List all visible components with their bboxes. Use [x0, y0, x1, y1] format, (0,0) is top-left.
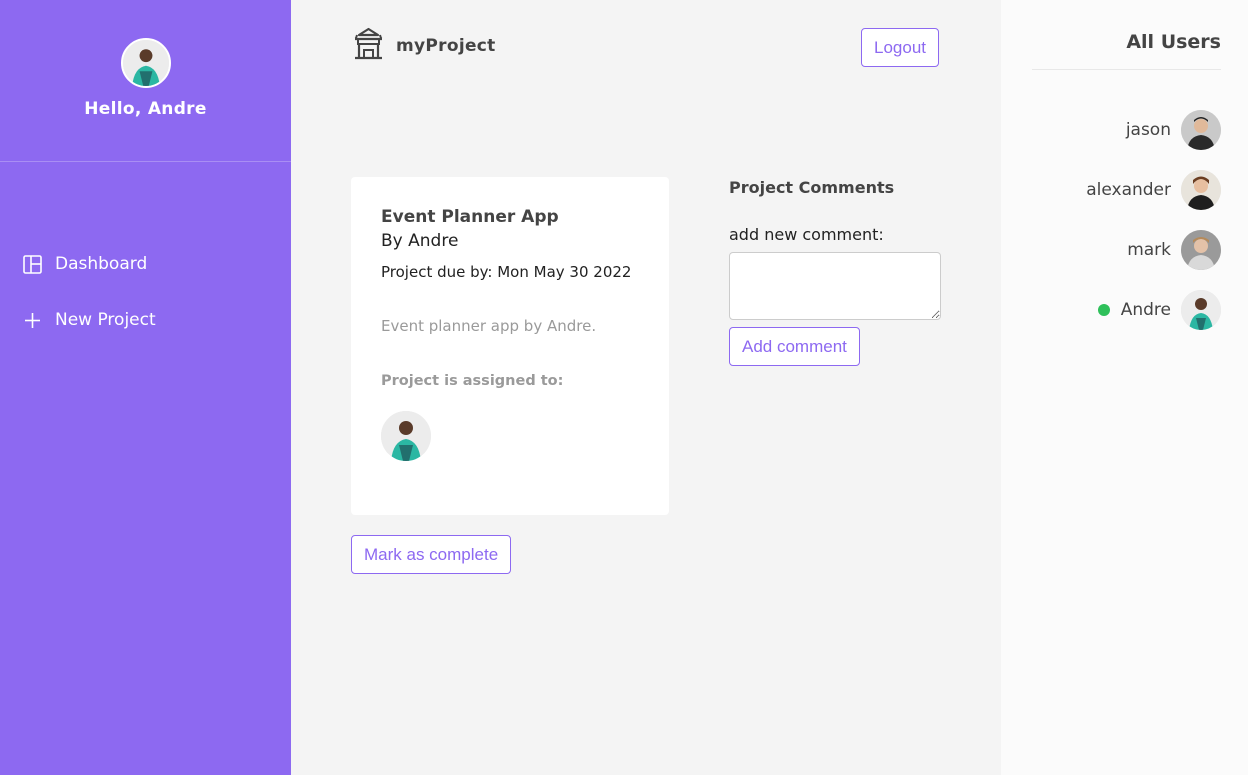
temple-icon — [352, 27, 385, 64]
comments-section: Project Comments add new comment: Add co… — [729, 178, 941, 366]
assigned-user-avatar — [381, 411, 431, 461]
user-name: mark — [1127, 240, 1171, 260]
users-panel: All Users jason alexander mark Andre — [1001, 0, 1248, 775]
divider — [1032, 69, 1221, 70]
greeting: Hello, Andre — [84, 99, 207, 119]
avatar — [1181, 170, 1221, 210]
plus-icon — [23, 311, 42, 330]
sidebar-item-new-project[interactable]: New Project — [0, 308, 291, 332]
user-list-item: mark — [1086, 230, 1221, 270]
avatar — [1181, 110, 1221, 150]
user-list-item: Andre — [1086, 290, 1221, 330]
logout-button[interactable]: Logout — [861, 28, 939, 67]
comment-input[interactable] — [729, 252, 941, 320]
sidebar-item-label: Dashboard — [55, 254, 148, 274]
project-card: Event Planner App By Andre Project due b… — [351, 177, 669, 515]
sidebar-item-label: New Project — [55, 310, 156, 330]
user-list: jason alexander mark Andre — [1086, 110, 1221, 350]
user-name: jason — [1125, 120, 1171, 140]
dashboard-icon — [23, 254, 42, 274]
avatar — [1181, 230, 1221, 270]
main-content: myProject Logout Event Planner App By An… — [291, 0, 1001, 775]
user-name: alexander — [1086, 180, 1171, 200]
sidebar-nav: Dashboard New Project — [0, 252, 291, 332]
mark-complete-button[interactable]: Mark as complete — [351, 535, 512, 574]
brand: myProject — [352, 27, 496, 64]
user-name: Andre — [1120, 300, 1171, 320]
sidebar: Hello, Andre Dashboard New Project — [0, 0, 291, 775]
sidebar-user: Hello, Andre — [0, 0, 291, 162]
user-list-item: alexander — [1086, 170, 1221, 210]
sidebar-item-dashboard[interactable]: Dashboard — [0, 252, 291, 276]
brand-name: myProject — [396, 35, 496, 56]
avatar — [1181, 290, 1221, 330]
project-author: By Andre — [381, 231, 459, 251]
avatar — [120, 38, 171, 88]
comment-input-label: add new comment: — [729, 225, 884, 244]
comments-title: Project Comments — [729, 178, 895, 197]
project-due-date: Project due by: Mon May 30 2022 — [381, 263, 632, 281]
add-comment-button[interactable]: Add comment — [729, 327, 860, 366]
online-status-dot — [1097, 304, 1110, 316]
assigned-label: Project is assigned to: — [381, 373, 564, 389]
user-list-item: jason — [1086, 110, 1221, 150]
project-title: Event Planner App — [381, 207, 559, 227]
users-title: All Users — [1126, 31, 1221, 53]
project-description: Event planner app by Andre. — [381, 317, 597, 335]
